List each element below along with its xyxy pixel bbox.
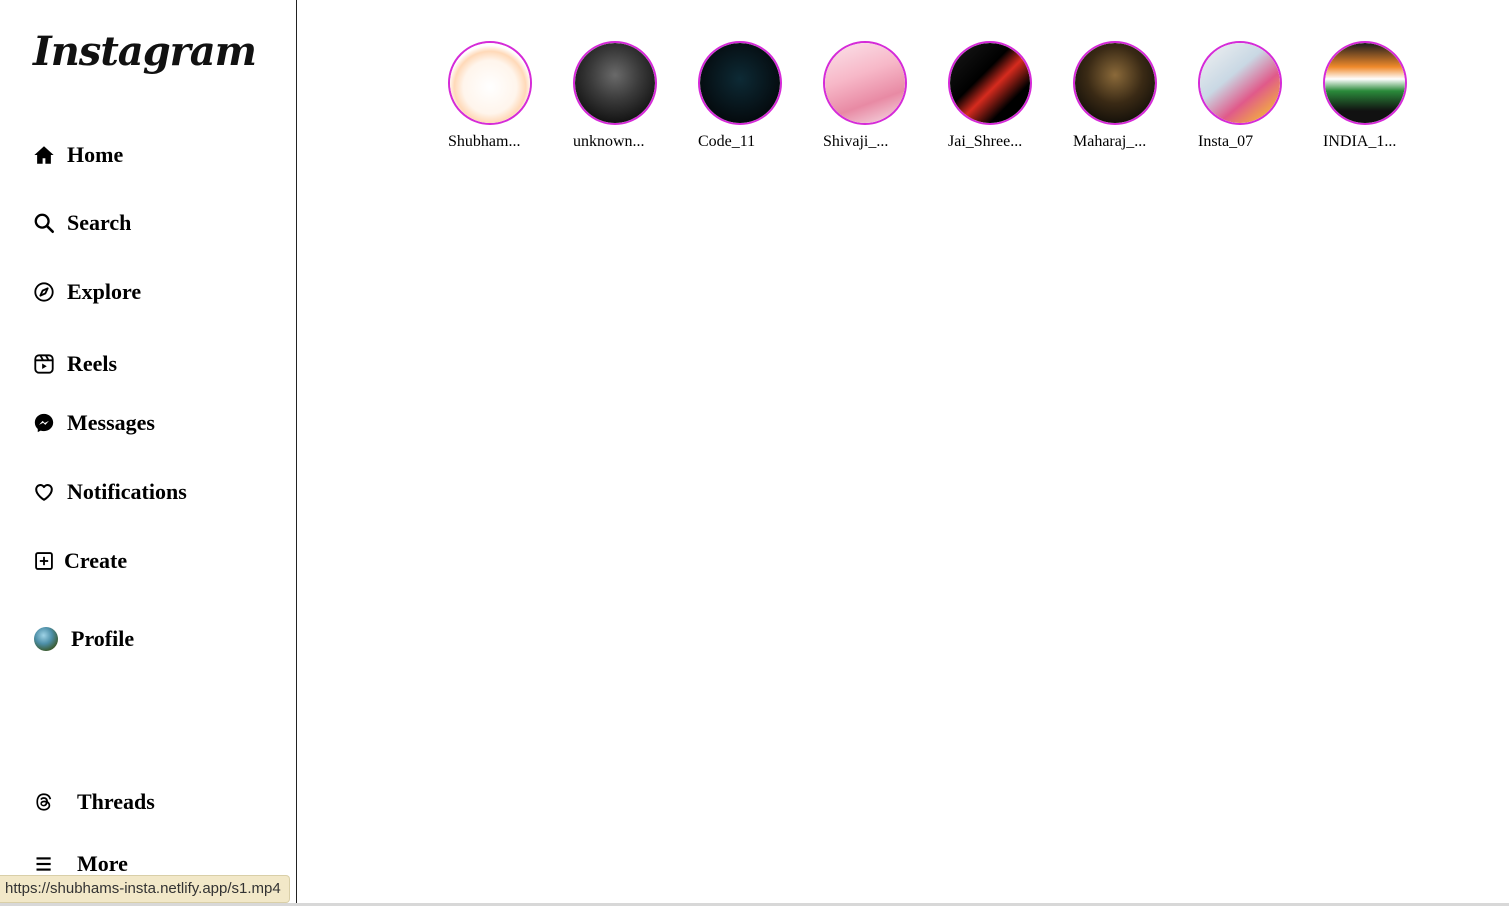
story-ring[interactable] <box>823 41 907 125</box>
story-avatar <box>1200 43 1280 123</box>
story-item[interactable]: Shivaji_... <box>823 41 907 151</box>
story-username: Jai_Shree... <box>948 133 1023 150</box>
story-item[interactable]: INDIA_1... <box>1323 41 1407 151</box>
story-ring[interactable] <box>1073 41 1157 125</box>
threads-icon <box>33 791 55 813</box>
link-status-bar: https://shubhams-insta.netlify.app/s1.mp… <box>0 875 290 903</box>
sidebar-item-label: Reels <box>67 351 118 376</box>
story-item[interactable]: Shubham... <box>448 41 532 151</box>
story-avatar <box>825 43 905 123</box>
story-username: Insta_07 <box>1198 133 1254 150</box>
sidebar-item-label: More <box>77 851 128 876</box>
main-content: Shubham... unknown... Code_11 Shivaji_..… <box>298 0 1509 903</box>
story-avatar <box>1325 43 1405 123</box>
sidebar-item-label: Home <box>67 142 124 167</box>
sidebar-item-threads[interactable]: Threads <box>33 787 155 817</box>
messenger-icon <box>33 412 55 434</box>
story-ring[interactable] <box>573 41 657 125</box>
sidebar-item-reels[interactable]: Reels <box>33 349 117 379</box>
story-avatar <box>950 43 1030 123</box>
story-ring[interactable] <box>448 41 532 125</box>
story-username: Shivaji_... <box>823 133 889 150</box>
story-ring[interactable] <box>1198 41 1282 125</box>
sidebar-item-label: Profile <box>71 626 135 651</box>
sidebar-item-label: Messages <box>67 410 155 435</box>
story-item[interactable]: Maharaj_... <box>1073 41 1157 151</box>
sidebar-item-explore[interactable]: Explore <box>33 277 141 307</box>
story-username: Maharaj_... <box>1073 133 1147 150</box>
plus-square-icon <box>33 550 55 572</box>
sidebar-item-notifications[interactable]: Notifications <box>33 477 187 507</box>
story-username: unknown... <box>573 133 645 150</box>
sidebar-item-create[interactable]: Create <box>33 546 127 576</box>
story-ring[interactable] <box>1323 41 1407 125</box>
sidebar-item-label: Search <box>67 210 132 235</box>
story-avatar <box>450 43 530 123</box>
story-ring[interactable] <box>698 41 782 125</box>
story-username: Code_11 <box>698 133 756 150</box>
sidebar-item-label: Create <box>64 548 128 573</box>
story-username: INDIA_1... <box>1323 133 1397 150</box>
profile-avatar <box>33 626 59 652</box>
instagram-logo[interactable]: Instagram <box>33 28 257 75</box>
heart-icon <box>33 481 55 503</box>
sidebar-item-label: Notifications <box>67 479 187 504</box>
story-avatar <box>1075 43 1155 123</box>
story-item[interactable]: Code_11 <box>698 41 782 151</box>
story-item[interactable]: Insta_07 <box>1198 41 1282 151</box>
reels-icon <box>33 353 55 375</box>
search-icon <box>33 212 55 234</box>
story-item[interactable]: unknown... <box>573 41 657 151</box>
home-icon <box>33 144 55 166</box>
avatar <box>34 627 58 651</box>
story-item[interactable]: Jai_Shree... <box>948 41 1032 151</box>
sidebar-item-search[interactable]: Search <box>33 208 131 238</box>
compass-icon <box>33 281 55 303</box>
sidebar-item-label: Explore <box>67 279 142 304</box>
menu-icon <box>33 853 55 875</box>
story-avatar <box>700 43 780 123</box>
sidebar-item-profile[interactable]: Profile <box>33 624 134 654</box>
sidebar-item-label: Threads <box>77 789 155 814</box>
story-avatar <box>575 43 655 123</box>
sidebar: Instagram Home Search Explore Reels Mess… <box>0 0 297 903</box>
sidebar-item-messages[interactable]: Messages <box>33 408 155 438</box>
story-username: Shubham... <box>448 133 521 150</box>
story-ring[interactable] <box>948 41 1032 125</box>
stories-bar: Shubham... unknown... Code_11 Shivaji_..… <box>448 41 1407 151</box>
sidebar-item-home[interactable]: Home <box>33 140 123 170</box>
